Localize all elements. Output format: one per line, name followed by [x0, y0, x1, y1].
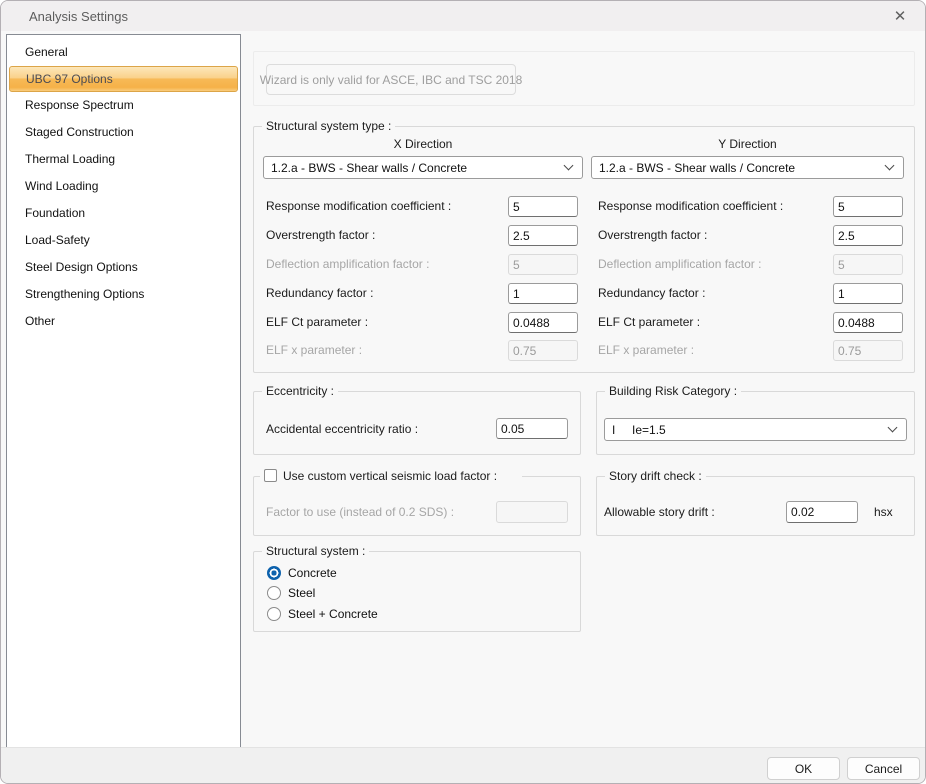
allowable-story-drift-input[interactable] [786, 501, 858, 523]
radio-steel-label[interactable]: Steel [288, 585, 315, 601]
sidebar-item-strengthening-options[interactable]: Strengthening Options [7, 281, 240, 308]
chevron-down-icon [563, 160, 574, 171]
radio-steel-concrete-label[interactable]: Steel + Concrete [288, 606, 378, 622]
sidebar-item-wind-loading[interactable]: Wind Loading [7, 173, 240, 200]
analysis-settings-dialog: Analysis Settings ✕ General UBC 97 Optio… [0, 0, 926, 784]
settings-category-list: General UBC 97 Options Response Spectrum… [6, 34, 241, 748]
sidebar-item-general[interactable]: General [7, 39, 240, 66]
factor-to-use-label: Factor to use (instead of 0.2 SDS) : [266, 505, 455, 519]
sidebar-item-load-safety[interactable]: Load-Safety [7, 227, 240, 254]
building-risk-category-dropdown[interactable]: I Ie=1.5 [604, 418, 907, 441]
factor-to-use-input [496, 501, 568, 523]
x-elf-x-input [508, 340, 578, 361]
x-response-mod-input[interactable] [508, 196, 578, 217]
x-direction-header: X Direction [393, 137, 453, 151]
sidebar-item-foundation[interactable]: Foundation [7, 200, 240, 227]
chevron-down-icon [884, 160, 895, 171]
y-elf-x-input [833, 340, 903, 361]
x-redundancy-label: Redundancy factor : [266, 286, 374, 300]
radio-steel[interactable] [267, 586, 281, 600]
ok-button[interactable]: OK [767, 757, 840, 780]
y-elf-ct-label: ELF Ct parameter : [598, 315, 701, 329]
x-elf-ct-input[interactable] [508, 312, 578, 333]
cancel-button[interactable]: Cancel [847, 757, 920, 780]
y-overstrength-input[interactable] [833, 225, 903, 246]
use-custom-vertical-seismic-label: Use custom vertical seismic load factor … [283, 469, 498, 483]
accidental-eccentricity-input[interactable] [496, 418, 568, 439]
building-risk-category-group-title: Building Risk Category : [605, 383, 742, 399]
x-deflection-amp-label: Deflection amplification factor : [266, 257, 430, 271]
use-custom-vertical-seismic-checkbox[interactable] [264, 469, 277, 482]
sidebar-item-staged-construction[interactable]: Staged Construction [7, 119, 240, 146]
structural-system-group-title: Structural system : [262, 543, 370, 559]
window-title: Analysis Settings [29, 8, 128, 24]
sidebar-item-ubc97-options[interactable]: UBC 97 Options [9, 66, 238, 92]
close-icon[interactable]: ✕ [883, 1, 917, 31]
y-deflection-amp-input [833, 254, 903, 275]
x-direction-system-dropdown[interactable]: 1.2.a - BWS - Shear walls / Concrete [263, 156, 583, 179]
y-direction-system-dropdown[interactable]: 1.2.a - BWS - Shear walls / Concrete [591, 156, 904, 179]
radio-concrete[interactable] [267, 566, 281, 580]
y-redundancy-input[interactable] [833, 283, 903, 304]
y-direction-header: Y Direction [718, 137, 777, 151]
radio-steel-concrete[interactable] [267, 607, 281, 621]
y-overstrength-label: Overstrength factor : [598, 228, 708, 242]
story-drift-check-group-title: Story drift check : [605, 468, 706, 484]
x-deflection-amp-input [508, 254, 578, 275]
allowable-story-drift-label: Allowable story drift : [604, 505, 715, 519]
sidebar-item-response-spectrum[interactable]: Response Spectrum [7, 92, 240, 119]
x-elf-ct-label: ELF Ct parameter : [266, 315, 369, 329]
x-elf-x-label: ELF x parameter : [266, 343, 363, 357]
x-response-mod-label: Response modification coefficient : [266, 199, 452, 213]
sidebar-item-thermal-loading[interactable]: Thermal Loading [7, 146, 240, 173]
radio-concrete-label[interactable]: Concrete [288, 565, 337, 581]
sidebar-item-other[interactable]: Other [7, 308, 240, 335]
x-overstrength-input[interactable] [508, 225, 578, 246]
x-overstrength-label: Overstrength factor : [266, 228, 376, 242]
y-elf-ct-input[interactable] [833, 312, 903, 333]
accidental-eccentricity-label: Accidental eccentricity ratio : [266, 422, 419, 436]
story-drift-unit-label: hsx [874, 505, 893, 519]
y-elf-x-label: ELF x parameter : [598, 343, 695, 357]
y-redundancy-label: Redundancy factor : [598, 286, 706, 300]
sidebar-item-steel-design-options[interactable]: Steel Design Options [7, 254, 240, 281]
y-response-mod-label: Response modification coefficient : [598, 199, 784, 213]
y-response-mod-input[interactable] [833, 196, 903, 217]
x-redundancy-input[interactable] [508, 283, 578, 304]
wizard-button-disabled: Wizard is only valid for ASCE, IBC and T… [260, 64, 522, 95]
eccentricity-group-title: Eccentricity : [262, 383, 339, 399]
y-deflection-amp-label: Deflection amplification factor : [598, 257, 762, 271]
titlebar[interactable]: Analysis Settings [1, 1, 925, 31]
chevron-down-icon [887, 422, 898, 433]
structural-system-type-group-title: Structural system type : [262, 118, 396, 134]
